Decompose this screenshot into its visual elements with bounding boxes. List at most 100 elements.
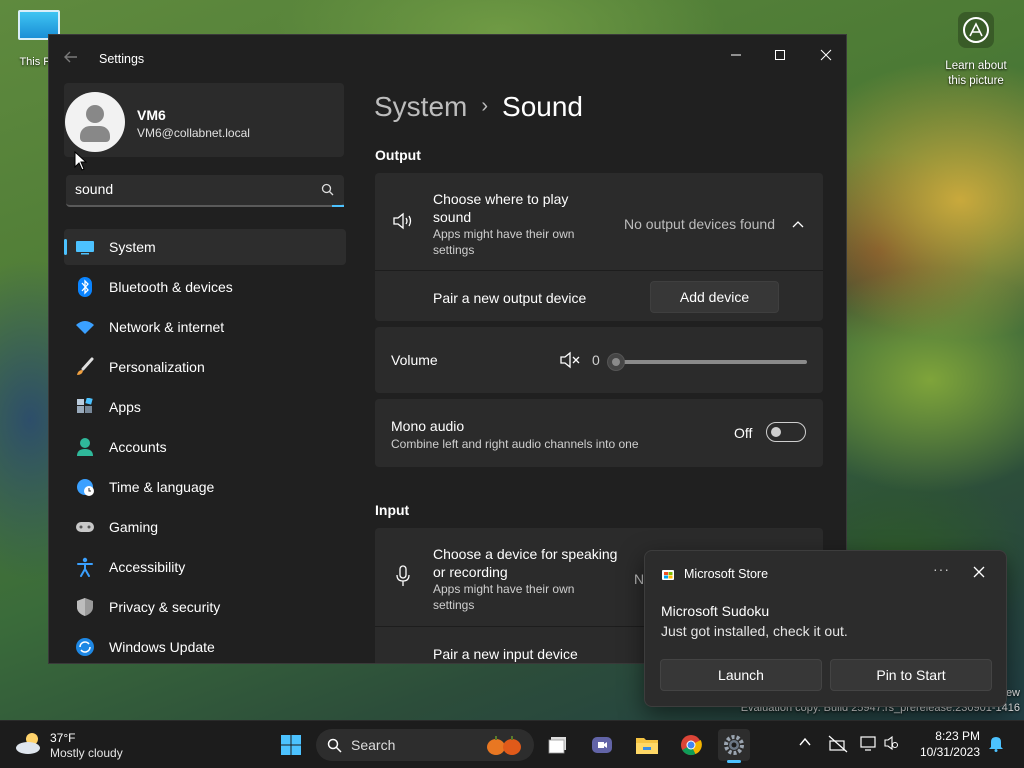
camera-lens-icon xyxy=(958,12,994,48)
weather-widget[interactable]: 37°F Mostly cloudy xyxy=(14,729,123,762)
microphone-icon xyxy=(395,565,411,592)
choose-output-title-1: Choose where to play xyxy=(433,191,569,207)
window-title: Settings xyxy=(99,52,145,66)
learn-about-picture[interactable]: Learn about this picture xyxy=(938,12,1014,89)
paintbrush-icon xyxy=(74,356,96,378)
update-sync-icon xyxy=(74,636,96,658)
sidebar-item-windows-update[interactable]: Windows Update xyxy=(64,629,346,663)
sidebar-item-bluetooth[interactable]: Bluetooth & devices xyxy=(64,269,346,305)
sidebar-item-label: Personalization xyxy=(109,359,205,375)
clock-time: 8:23 PM xyxy=(935,729,980,743)
mono-audio-toggle[interactable] xyxy=(766,422,806,442)
task-view-button[interactable] xyxy=(543,729,575,761)
input-status: N xyxy=(634,571,645,587)
sidebar-item-accessibility[interactable]: Accessibility xyxy=(64,549,346,585)
page-title: Sound xyxy=(502,91,583,122)
cloudy-moon-icon xyxy=(16,733,40,754)
volume-slider-thumb[interactable] xyxy=(607,353,625,371)
sidebar-item-label: Gaming xyxy=(109,519,159,535)
pair-input-label: Pair a new input device xyxy=(433,646,578,662)
search-icon[interactable] xyxy=(321,183,334,201)
toast-body: Just got installed, check it out. xyxy=(661,623,848,639)
minimize-icon xyxy=(731,54,741,56)
mono-audio-subtitle: Combine left and right audio channels in… xyxy=(391,437,639,451)
accessibility-icon xyxy=(74,556,96,578)
nav-list: System Bluetooth & devices Network & int… xyxy=(64,229,346,663)
search-icon xyxy=(327,738,342,753)
camera-chat-icon xyxy=(592,737,612,753)
breadcrumb: System › Sound xyxy=(374,91,583,123)
sidebar-item-label: Privacy & security xyxy=(109,599,221,615)
choose-output-title-2: sound xyxy=(433,209,472,225)
choose-input-sub-1: Apps might have their own xyxy=(433,582,575,596)
sidebar-item-label: Accounts xyxy=(109,439,167,455)
taskbar-search-box[interactable]: Search xyxy=(316,729,534,761)
sidebar-item-time-language[interactable]: Time & language xyxy=(64,469,346,505)
sidebar-item-gaming[interactable]: Gaming xyxy=(64,509,346,545)
person-icon xyxy=(74,436,96,458)
taskbar-search-label: Search xyxy=(351,737,396,753)
weather-condition: Mostly cloudy xyxy=(50,746,123,760)
toast-app-name: Microsoft Store xyxy=(684,567,769,581)
profile-name: VM6 xyxy=(137,107,166,123)
launch-button[interactable]: Launch xyxy=(660,659,822,691)
profile-card[interactable]: VM6 VM6@collabnet.local xyxy=(64,83,344,157)
back-button[interactable] xyxy=(63,49,83,69)
speaker-muted-icon[interactable] xyxy=(560,351,582,374)
close-icon xyxy=(820,49,832,61)
teams-chat-button[interactable] xyxy=(586,729,618,761)
sidebar-item-network[interactable]: Network & internet xyxy=(64,309,346,345)
weather-temp: 37°F xyxy=(50,731,76,745)
close-button[interactable] xyxy=(803,41,846,69)
learn-label-1: Learn about xyxy=(945,60,1007,72)
choose-output-row[interactable]: Choose where to play sound Apps might ha… xyxy=(375,173,823,270)
display-icon[interactable] xyxy=(860,735,880,758)
add-device-button[interactable]: Add device xyxy=(650,281,779,313)
chevron-up-icon[interactable] xyxy=(792,216,804,234)
sidebar-item-personalization[interactable]: Personalization xyxy=(64,349,346,385)
title-bar[interactable]: Settings xyxy=(49,35,846,81)
settings-search-input[interactable] xyxy=(75,181,305,197)
clock-date: 10/31/2023 xyxy=(919,745,980,759)
toast-close-button[interactable] xyxy=(973,565,985,583)
sidebar-item-accounts[interactable]: Accounts xyxy=(64,429,346,465)
system-clock[interactable]: 8:23 PM 10/31/2023 xyxy=(890,728,980,760)
bluetooth-icon xyxy=(74,276,96,298)
notification-bell-icon[interactable] xyxy=(988,734,1004,757)
volume-slider-track[interactable] xyxy=(615,360,807,364)
network-disconnected-icon[interactable] xyxy=(828,735,848,758)
choose-input-sub-2: settings xyxy=(433,598,475,612)
sidebar-item-privacy[interactable]: Privacy & security xyxy=(64,589,346,625)
store-notification-toast[interactable]: Microsoft Store ··· Microsoft Sudoku Jus… xyxy=(644,550,1007,707)
sidebar-item-system[interactable]: System xyxy=(64,229,346,265)
apps-grid-icon xyxy=(74,396,96,418)
system-monitor-icon xyxy=(74,236,96,258)
chevron-up-icon[interactable] xyxy=(798,735,812,754)
settings-search-box[interactable] xyxy=(66,175,344,207)
file-explorer-button[interactable] xyxy=(631,729,663,761)
microsoft-store-icon xyxy=(662,570,674,580)
output-heading: Output xyxy=(375,147,421,163)
choose-input-title-2: or recording xyxy=(433,564,508,580)
pin-to-start-button[interactable]: Pin to Start xyxy=(830,659,992,691)
sidebar-item-label: Windows Update xyxy=(109,639,215,655)
pair-output-label: Pair a new output device xyxy=(433,290,587,306)
globe-clock-icon xyxy=(74,476,96,498)
wifi-icon xyxy=(74,316,96,338)
sidebar-item-label: System xyxy=(109,239,156,255)
choose-output-sub-1: Apps might have their own xyxy=(433,227,575,241)
close-icon xyxy=(973,566,985,578)
minimize-button[interactable] xyxy=(713,41,759,69)
choose-output-sub-2: settings xyxy=(433,243,475,257)
breadcrumb-separator: › xyxy=(481,95,489,117)
breadcrumb-parent[interactable]: System xyxy=(374,91,467,122)
chrome-button[interactable] xyxy=(675,729,707,761)
volume-value: 0 xyxy=(592,352,600,368)
start-button[interactable] xyxy=(275,729,307,761)
maximize-button[interactable] xyxy=(757,41,803,69)
choose-input-title-1: Choose a device for speaking xyxy=(433,546,618,562)
toast-more-options-button[interactable]: ··· xyxy=(933,561,950,577)
sidebar-item-apps[interactable]: Apps xyxy=(64,389,346,425)
avatar xyxy=(65,92,125,152)
settings-taskbar-button[interactable] xyxy=(718,729,750,763)
